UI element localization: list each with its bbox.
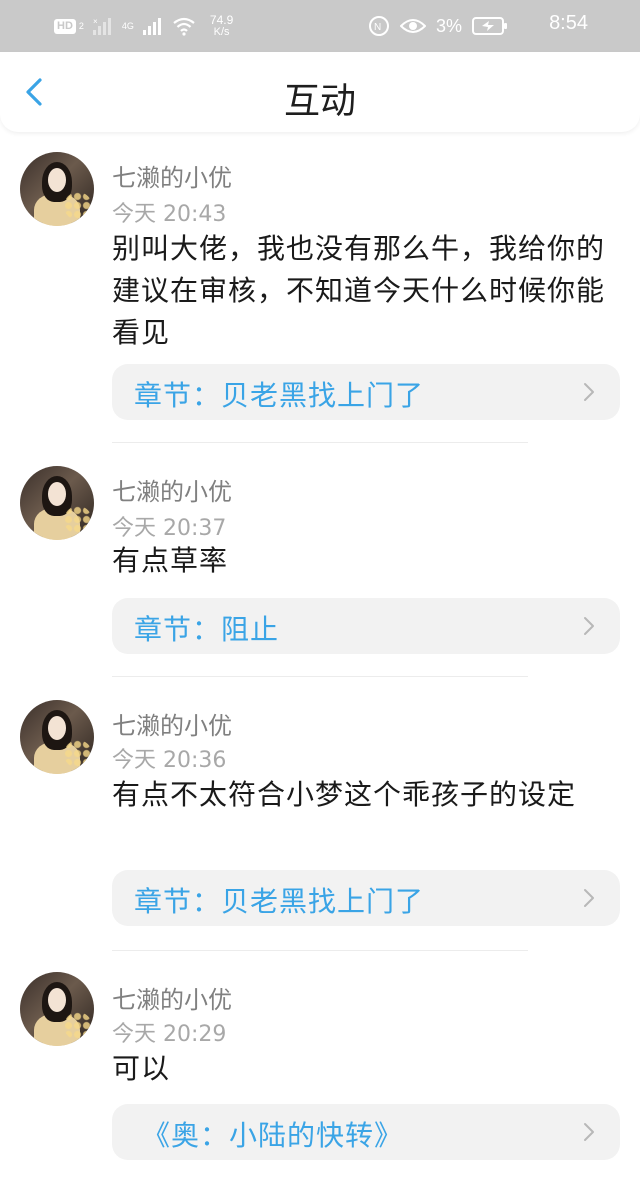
chevron-right-icon xyxy=(584,889,594,907)
clock: 8:54 xyxy=(549,12,588,34)
divider xyxy=(112,442,528,443)
chapter-link-label: 章节：贝老黑找上门了 xyxy=(134,885,425,918)
chapter-link[interactable]: 章节：贝老黑找上门了 xyxy=(112,870,620,926)
sim-slot-label: 2 xyxy=(78,21,84,31)
status-right: N 3% xyxy=(368,10,508,42)
avatar[interactable] xyxy=(20,466,94,540)
comment-timestamp: 今天 20:29 xyxy=(112,1022,227,1047)
hd-indicator: HD 2 xyxy=(54,18,84,34)
chevron-right-icon xyxy=(584,1123,594,1141)
network-type-label: 4G xyxy=(121,21,134,31)
status-left: HD 2 × 4G 74.9 K/s xyxy=(54,10,233,42)
net-speed-unit: K/s xyxy=(213,26,230,38)
page-title: 互动 xyxy=(283,81,356,122)
comment-text: 有点草率 xyxy=(112,544,229,577)
hd-badge: HD xyxy=(54,18,76,34)
battery-percent: 3% xyxy=(435,15,462,36)
chapter-link-label: 《奥：小陆的快转》 xyxy=(142,1119,404,1152)
chapter-link[interactable]: 章节：阻止 xyxy=(112,598,620,654)
avatar[interactable] xyxy=(20,700,94,774)
nfc-icon: N xyxy=(368,16,389,36)
comment-username[interactable]: 七濑的小优 xyxy=(112,980,232,1015)
nav-bar: 互动 xyxy=(0,52,640,132)
divider xyxy=(112,950,528,951)
chevron-right-icon xyxy=(584,617,594,635)
comment-timestamp: 今天 20:37 xyxy=(112,516,227,541)
comment-text: 可以 xyxy=(112,1052,171,1085)
signal-empty-icon: × xyxy=(92,17,111,35)
status-bar: HD 2 × 4G 74.9 K/s N 3% 8:54 xyxy=(0,0,640,52)
comment-text: 有点不太符合小梦这个乖孩子的设定 xyxy=(112,778,577,811)
avatar[interactable] xyxy=(20,972,94,1046)
battery-charging-icon xyxy=(472,17,507,35)
chapter-link[interactable]: 《奥：小陆的快转》 xyxy=(112,1104,620,1160)
comment-username[interactable]: 七濑的小优 xyxy=(112,706,232,741)
comment-username[interactable]: 七濑的小优 xyxy=(112,472,232,507)
svg-text:×: × xyxy=(93,17,98,26)
net-speed-value: 74.9 xyxy=(209,13,234,27)
svg-text:N: N xyxy=(374,22,381,33)
chevron-right-icon xyxy=(584,383,594,401)
comment-timestamp: 今天 20:36 xyxy=(112,748,227,773)
chapter-link[interactable]: 章节：贝老黑找上门了 xyxy=(112,364,620,420)
signal-icon xyxy=(142,18,161,35)
comment-timestamp: 今天 20:43 xyxy=(112,202,227,227)
avatar[interactable] xyxy=(20,152,94,226)
eye-comfort-icon xyxy=(399,19,426,33)
comment-username[interactable]: 七濑的小优 xyxy=(112,158,232,193)
comment-text: 别叫大佬，我也没有那么牛，我给你的建议在审核，不知道今天什么时候你能看见 xyxy=(112,232,606,349)
net-speed: 74.9 K/s xyxy=(210,14,233,38)
divider xyxy=(112,676,528,677)
wifi-icon xyxy=(173,17,195,36)
chapter-link-label: 章节：贝老黑找上门了 xyxy=(134,379,425,412)
chapter-link-label: 章节：阻止 xyxy=(134,613,280,646)
